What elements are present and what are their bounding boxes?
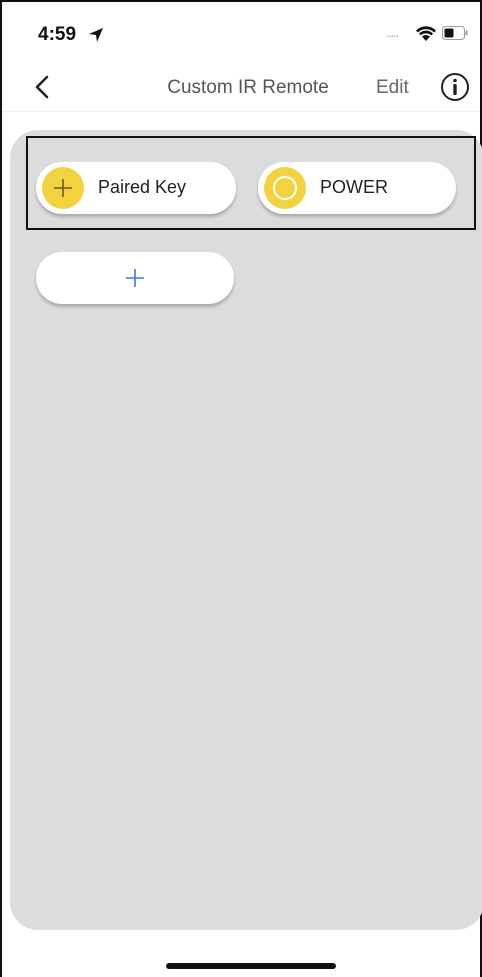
paired-key-label: Paired Key: [98, 177, 187, 197]
paired-key-icon-circle: [42, 167, 84, 209]
info-icon[interactable]: [440, 72, 470, 102]
edit-button[interactable]: Edit: [376, 77, 409, 99]
remote-keys-panel: [10, 130, 482, 930]
power-key-icon-circle: [264, 167, 306, 209]
paired-key-button[interactable]: Paired Key: [36, 162, 236, 214]
power-key-label: POWER: [320, 177, 389, 197]
add-key-button[interactable]: [36, 252, 234, 304]
wifi-icon: [416, 26, 436, 41]
status-bar: 4:59 .....: [2, 2, 480, 62]
phone-screen: 4:59 ..... Custom IR Remote Edit Paired …: [0, 0, 482, 977]
battery-icon: [442, 26, 468, 40]
home-indicator[interactable]: [166, 963, 336, 969]
plus-icon: [126, 269, 144, 287]
status-time: 4:59: [38, 24, 77, 45]
nav-bar: Custom IR Remote Edit: [2, 62, 480, 112]
signal-dots-icon: .....: [386, 26, 399, 40]
ring-icon: [273, 176, 297, 200]
plus-icon: [54, 179, 72, 197]
power-key-button[interactable]: POWER: [258, 162, 456, 214]
location-arrow-icon: [89, 28, 103, 42]
